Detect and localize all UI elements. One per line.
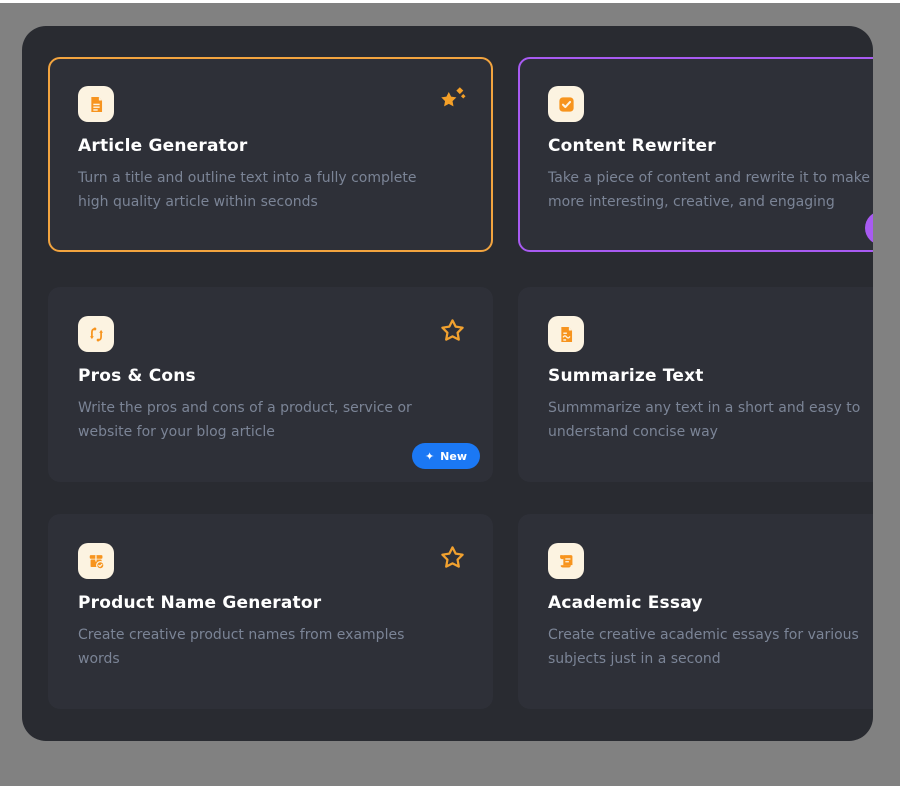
- scroll-icon: [548, 543, 584, 579]
- new-badge: ✦ New: [412, 443, 480, 469]
- card-title: Pros & Cons: [78, 366, 196, 386]
- tools-panel: Article Generator Turn a title and outli…: [22, 26, 873, 741]
- card-summarize-text[interactable]: Summarize Text Summmarize any text in a …: [518, 287, 873, 482]
- card-article-generator[interactable]: Article Generator Turn a title and outli…: [48, 57, 493, 252]
- card-title: Summarize Text: [548, 366, 704, 386]
- new-badge-label: New: [440, 450, 467, 463]
- swap-arrows-icon: [78, 316, 114, 352]
- card-title: Academic Essay: [548, 593, 703, 613]
- card-description: Turn a title and outline text into a ful…: [78, 166, 417, 214]
- card-description: Create creative product names from examp…: [78, 623, 404, 671]
- card-description: Create creative academic essays for vari…: [548, 623, 859, 671]
- product-box-check-icon: [78, 543, 114, 579]
- card-pros-and-cons[interactable]: Pros & Cons Write the pros and cons of a…: [48, 287, 493, 482]
- card-description: Take a piece of content and rewrite it t…: [548, 166, 873, 214]
- checkbox-icon: [548, 86, 584, 122]
- article-document-icon: [78, 86, 114, 122]
- sparkle-icon: ✦: [425, 451, 434, 462]
- card-product-name-generator[interactable]: Product Name Generator Create creative p…: [48, 514, 493, 709]
- star-outline-icon[interactable]: [437, 542, 467, 572]
- favorite-star-sparkle-icon[interactable]: [437, 85, 467, 115]
- card-title: Article Generator: [78, 136, 247, 156]
- card-title: Content Rewriter: [548, 136, 716, 156]
- star-outline-icon[interactable]: [437, 315, 467, 345]
- summary-document-icon: [548, 316, 584, 352]
- card-description: Write the pros and cons of a product, se…: [78, 396, 412, 444]
- card-description: Summmarize any text in a short and easy …: [548, 396, 860, 444]
- card-title: Product Name Generator: [78, 593, 321, 613]
- card-academic-essay[interactable]: Academic Essay Create creative academic …: [518, 514, 873, 709]
- top-edge-strip: [0, 0, 900, 3]
- purple-action-button[interactable]: [865, 211, 873, 245]
- card-content-rewriter[interactable]: Content Rewriter Take a piece of content…: [518, 57, 873, 252]
